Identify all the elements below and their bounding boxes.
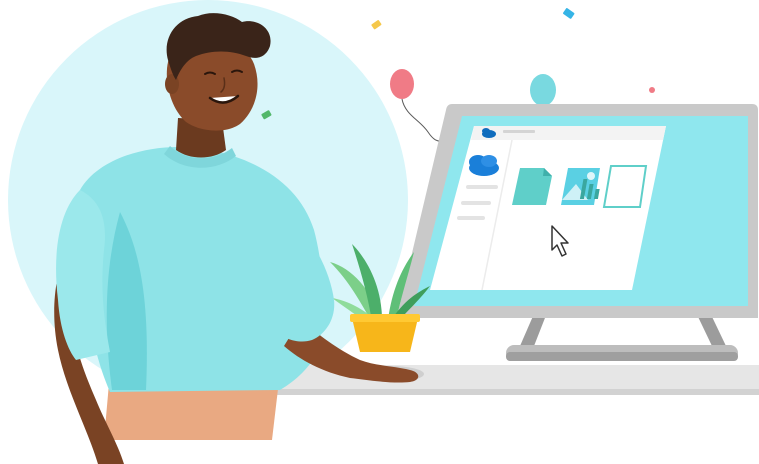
balloon-icon [530, 74, 556, 106]
desk-edge [272, 389, 759, 395]
onedrive-cloud-icon [469, 155, 499, 176]
sidebar-item [457, 216, 485, 220]
sidebar-item [461, 201, 491, 205]
confetti-icon [649, 87, 655, 93]
balloon-icon [390, 69, 445, 143]
sidebar-item [466, 185, 498, 189]
confetti-icon [371, 20, 382, 30]
confetti-icon [563, 8, 575, 19]
illustration-scene [8, 0, 759, 464]
